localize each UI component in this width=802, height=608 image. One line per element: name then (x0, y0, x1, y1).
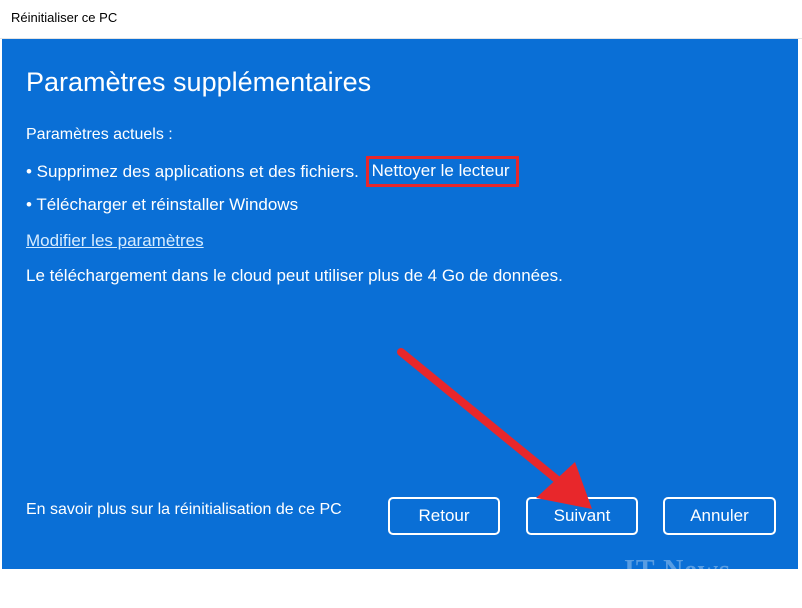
clean-drive-highlight: Nettoyer le lecteur (365, 156, 519, 187)
cancel-button[interactable]: Annuler (663, 497, 776, 535)
learn-more-text: En savoir plus sur la réinitialisation d… (26, 501, 342, 518)
next-button[interactable]: Suivant (526, 497, 638, 535)
window-titlebar: Réinitialiser ce PC (0, 0, 802, 39)
cutoff-text-strip (32, 599, 282, 608)
setting-bullet-remove-apps: • Supprimez des applications et des fich… (26, 156, 519, 188)
window-title: Réinitialiser ce PC (11, 10, 118, 25)
watermark-logo: IT News (624, 555, 731, 586)
change-settings-link[interactable]: Modifier les paramètres (26, 231, 204, 251)
page-title: Paramètres supplémentaires (26, 67, 372, 97)
cloud-download-note: Le téléchargement dans le cloud peut uti… (26, 266, 563, 285)
back-button[interactable]: Retour (388, 497, 500, 535)
setting-bullet-remove-apps-text: • Supprimez des applications et des fich… (26, 162, 359, 181)
reset-pc-panel: Paramètres supplémentaires Paramètres ac… (2, 39, 798, 604)
setting-bullet-cloud-download: • Télécharger et réinstaller Windows (26, 195, 299, 214)
current-settings-label: Paramètres actuels : (26, 126, 173, 143)
